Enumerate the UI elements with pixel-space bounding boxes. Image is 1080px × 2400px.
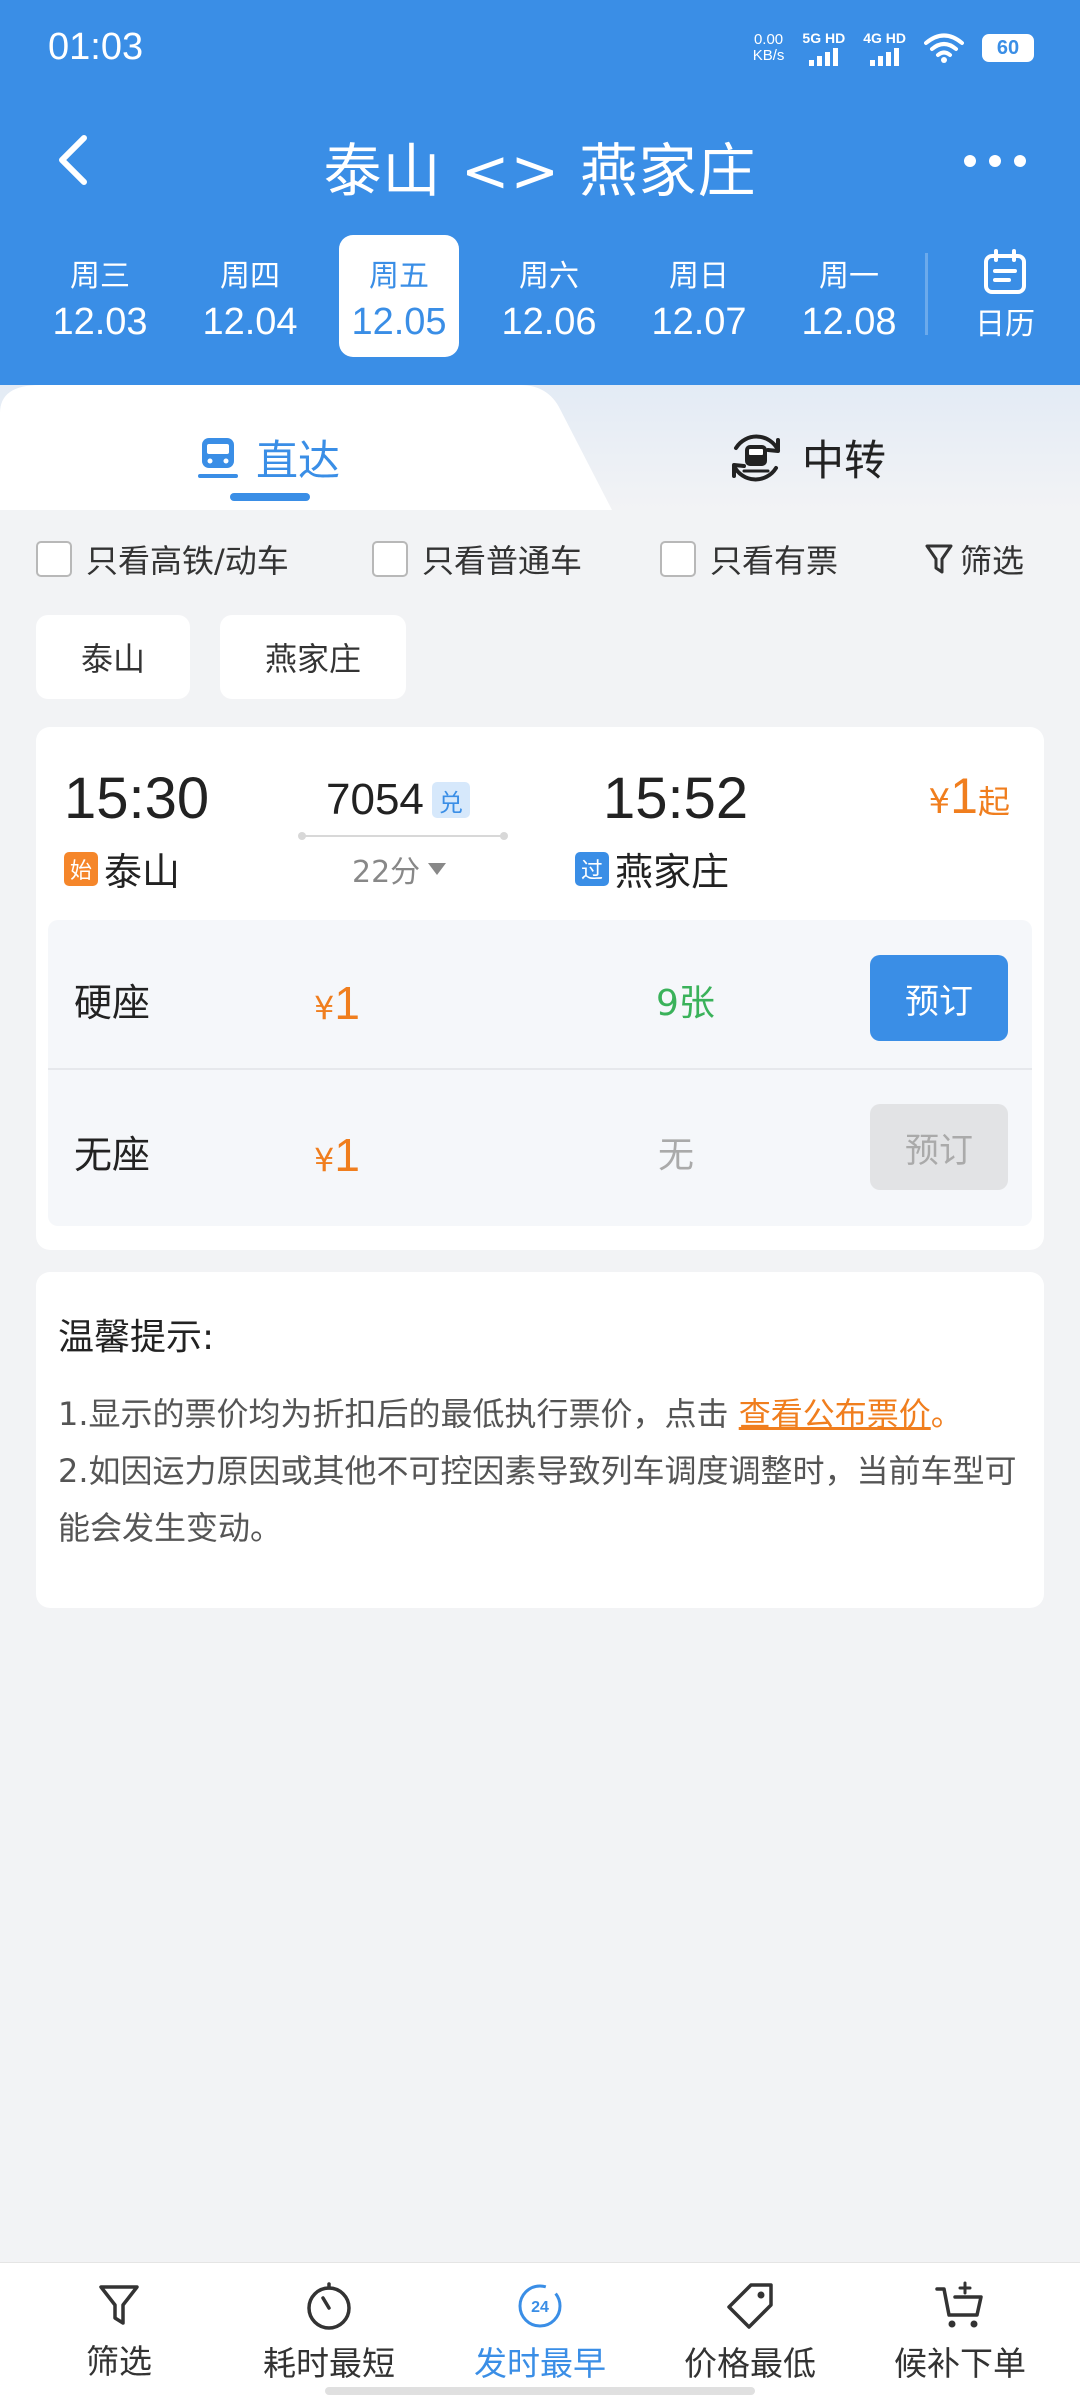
sort-shortest-button[interactable]: 耗时最短 — [229, 2281, 429, 2385]
seat-price: ¥ 1 — [314, 977, 360, 1029]
transfer-icon — [732, 434, 780, 481]
sort-filter-button[interactable]: 筛选 — [19, 2281, 219, 2383]
seat-type: 无座 — [74, 1133, 151, 1177]
tab-direct-indicator — [230, 493, 310, 501]
seat-list: 硬座 ¥ 1 9张 预订 无座 ¥ 1 无 预订 — [48, 920, 1032, 1226]
seat-price: ¥ 1 — [314, 1129, 360, 1181]
timer-icon — [307, 2282, 351, 2330]
caret-down-icon — [428, 863, 447, 875]
tips-title: 温馨提示: — [58, 1317, 215, 1358]
checkbox[interactable] — [372, 541, 408, 577]
checkbox[interactable] — [660, 541, 696, 577]
sort-earliest-button[interactable]: 24 发时最早 — [440, 2281, 640, 2385]
exchange-badge: 兑 — [431, 782, 470, 818]
date-selector: 周三 12.03 周四 12.04 周五 12.05 周六 12.06 周日 1… — [0, 235, 1080, 360]
station-chips: 泰山 燕家庄 — [36, 615, 407, 699]
view-published-price-link[interactable]: 查看公布票价 — [739, 1395, 931, 1433]
checkbox[interactable] — [36, 541, 72, 577]
departure-time: 15:30 — [64, 766, 210, 831]
pass-tag: 过 — [575, 851, 609, 886]
book-button[interactable]: 预订 — [870, 955, 1008, 1041]
status-time: 01:03 — [48, 26, 144, 68]
tips-text: 1.显示的票价均为折扣后的最低执行票价，点击 查看公布票价。 2.如因运力原因或… — [58, 1395, 1017, 1547]
signal-sim1-icon: 5G HD — [802, 30, 845, 66]
date-divider — [925, 253, 928, 335]
battery-icon: 60 — [982, 34, 1034, 62]
date-item[interactable]: 周日 12.07 — [639, 235, 759, 357]
wifi-icon — [924, 33, 964, 63]
arrival-time: 15:52 — [603, 766, 749, 831]
funnel-icon — [99, 2285, 139, 2325]
date-item[interactable]: 周四 12.04 — [190, 235, 310, 357]
filter-normal[interactable]: 只看普通车 — [372, 536, 582, 582]
date-item-selected[interactable]: 周五 12.05 — [339, 235, 459, 357]
filter-button[interactable]: 筛选 — [924, 536, 1024, 582]
nav-bar: 泰山 <> 燕家庄 — [0, 110, 1080, 210]
train-icon — [198, 437, 238, 478]
tab-transfer[interactable]: 中转 — [728, 427, 886, 488]
train-card[interactable]: 15:30 始 泰山 7054 兑 22分 15:52 过 燕家庄 ¥ 1 起 … — [36, 727, 1044, 1250]
signal-sim2-icon: 4G HD — [863, 30, 906, 66]
arrival-station: 过 燕家庄 — [575, 841, 729, 896]
seat-type: 硬座 — [74, 981, 151, 1025]
calendar-icon — [984, 249, 1026, 294]
more-icon[interactable] — [960, 146, 1030, 176]
tab-background — [0, 385, 1080, 510]
cart-plus-icon — [935, 2281, 983, 2328]
start-tag: 始 — [64, 851, 98, 886]
page-title: 泰山 <> 燕家庄 — [323, 137, 757, 205]
clock-24-icon: 24 — [518, 2284, 562, 2328]
header: 01:03 0.00 KB/s 5G HD 4G HD 60 泰山 <> 燕家庄… — [0, 0, 1080, 430]
net-speed: 0.00 KB/s — [752, 31, 785, 64]
seat-row: 硬座 ¥ 1 9张 预订 — [48, 920, 1032, 1070]
tab-direct[interactable]: 直达 — [198, 427, 340, 488]
sort-cheapest-button[interactable]: 价格最低 — [650, 2281, 850, 2385]
departure-station: 始 泰山 — [64, 841, 180, 896]
waitlist-button[interactable]: 候补下单 — [860, 2281, 1060, 2385]
duration[interactable]: 22分 — [352, 847, 447, 891]
tips-card: 温馨提示: 1.显示的票价均为折扣后的最低执行票价，点击 查看公布票价。 2.如… — [36, 1272, 1044, 1608]
date-item[interactable]: 周三 12.03 — [40, 235, 160, 357]
seat-remaining: 9张 — [656, 983, 715, 1024]
status-bar: 01:03 0.00 KB/s 5G HD 4G HD 60 — [0, 0, 1080, 100]
price-tag-icon — [727, 2283, 773, 2329]
date-item[interactable]: 周六 12.06 — [489, 235, 609, 357]
seat-row: 无座 ¥ 1 无 预订 — [48, 1072, 1032, 1222]
date-item[interactable]: 周一 12.08 — [789, 235, 909, 357]
station-chip-arrival[interactable]: 燕家庄 — [220, 615, 407, 699]
clock-24-label: 24 — [531, 2299, 549, 2316]
filter-high-speed[interactable]: 只看高铁/动车 — [36, 536, 289, 582]
funnel-icon — [925, 544, 953, 574]
route-tabs: 直达 中转 — [0, 385, 1080, 510]
home-indicator — [325, 2387, 755, 2395]
lowest-price: ¥ 1 起 — [928, 768, 1010, 824]
status-icons: 0.00 KB/s 5G HD 4G HD 60 — [753, 30, 1034, 66]
filter-available[interactable]: 只看有票 — [660, 536, 838, 582]
book-button-disabled: 预订 — [870, 1104, 1008, 1190]
train-number[interactable]: 7054 兑 — [326, 775, 470, 825]
seat-remaining: 无 — [658, 1135, 695, 1176]
bottom-sort-bar: 筛选 耗时最短 24 发时最早 价格最低 候补下单 — [0, 2262, 1080, 2400]
station-chip-departure[interactable]: 泰山 — [36, 615, 191, 699]
calendar-button[interactable]: 日历 — [955, 249, 1055, 343]
quick-filters: 只看高铁/动车 只看普通车 只看有票 筛选 — [0, 530, 1080, 586]
route-line — [298, 832, 508, 840]
